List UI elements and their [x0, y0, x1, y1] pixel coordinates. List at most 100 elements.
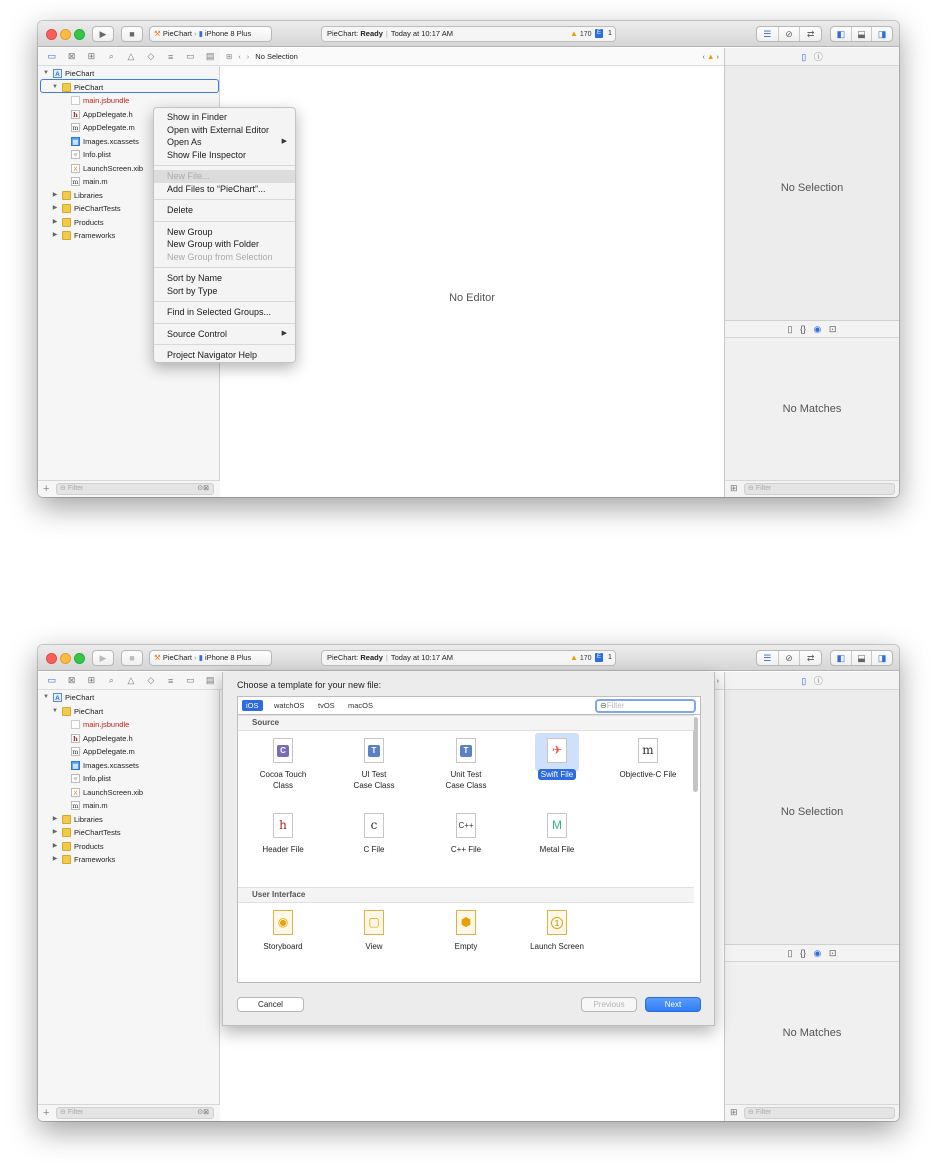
platform-tab[interactable]: macOS	[344, 700, 377, 711]
template-item[interactable]: T Unit Test Case Class	[424, 738, 508, 791]
close-window-button[interactable]	[46, 29, 57, 40]
file-template-icon[interactable]: ▯	[788, 324, 793, 334]
disclosure-closed-icon[interactable]: ▶	[51, 216, 59, 230]
report-icon[interactable]: ▤	[200, 675, 220, 686]
warning-icon[interactable]: △	[121, 51, 141, 62]
navigator-filter-input[interactable]: ⊖ Filter ⊙⊠	[56, 483, 214, 495]
menu-item[interactable]: Open with External Editor	[154, 124, 295, 137]
standard-editor-icon[interactable]: ☰	[757, 27, 779, 41]
run-button[interactable]: ▶	[92, 26, 114, 42]
template-item[interactable]: ⬢ Empty	[424, 910, 508, 952]
code-snippet-icon[interactable]: {}	[800, 948, 806, 958]
error-badge[interactable]: E	[595, 29, 604, 38]
grid-view-icon[interactable]: ⊞	[730, 483, 738, 494]
assistant-editor-icon[interactable]: ⊘	[779, 651, 801, 665]
forward-icon[interactable]: ›	[247, 52, 250, 61]
menu-item[interactable]: Delete	[154, 204, 295, 217]
symbol-icon[interactable]: ⊞	[82, 51, 102, 62]
tree-row[interactable]: m AppDelegate.m	[38, 745, 219, 759]
disclosure-closed-icon[interactable]: ▶	[51, 840, 59, 854]
file-inspector-icon[interactable]: ▯	[801, 676, 806, 686]
object-library-icon[interactable]: ◉	[814, 324, 822, 334]
stop-button[interactable]: ■	[121, 26, 143, 42]
disclosure-open-icon[interactable]: ▼	[42, 691, 50, 705]
folder-icon[interactable]: ▭	[42, 675, 62, 686]
navigator-filter-input[interactable]: ⊖ Filter ⊙⊠	[56, 1107, 214, 1119]
library-filter-input[interactable]: ⊖ Filter	[744, 483, 895, 495]
cancel-button[interactable]: Cancel	[237, 997, 304, 1012]
file-inspector-icon[interactable]: ▯	[801, 52, 806, 62]
tree-row[interactable]: ▶ Products	[38, 840, 219, 854]
debug-area-toggle-icon[interactable]: ⬓	[852, 27, 873, 41]
next-button[interactable]: Next	[645, 997, 701, 1012]
source-control-icon[interactable]: ⊠	[62, 675, 82, 686]
template-item[interactable]: h Header File	[241, 813, 325, 855]
tree-row[interactable]: m main.m	[38, 799, 219, 813]
menu-item[interactable]: Add Files to “PieChart”...	[154, 183, 295, 196]
zoom-window-button[interactable]	[74, 29, 85, 40]
inspector-toggle-icon[interactable]: ◨	[872, 651, 892, 665]
version-editor-icon[interactable]: ⇄	[800, 651, 821, 665]
menu-item[interactable]: New File...	[154, 170, 295, 183]
disclosure-closed-icon[interactable]: ▶	[51, 853, 59, 867]
inspector-toggle-icon[interactable]: ◨	[872, 27, 892, 41]
menu-item[interactable]: Find in Selected Groups...	[154, 306, 295, 319]
tree-row[interactable]: ▼ PieChart	[38, 705, 219, 719]
breakpoint-icon[interactable]: ▭	[180, 51, 200, 62]
template-item[interactable]: ◉ Storyboard	[241, 910, 325, 952]
folder-icon[interactable]: ▭	[42, 51, 62, 62]
scheme-selector[interactable]: ⚒ PieChart › ▮ iPhone 8 Plus	[149, 650, 272, 666]
disclosure-closed-icon[interactable]: ▶	[51, 813, 59, 827]
tree-row[interactable]: h AppDelegate.h	[38, 732, 219, 746]
menu-item[interactable]: New Group with Folder	[154, 238, 295, 251]
close-window-button[interactable]	[46, 653, 57, 664]
menu-item[interactable]: Sort by Type	[154, 285, 295, 298]
disclosure-closed-icon[interactable]: ▶	[51, 229, 59, 243]
template-item[interactable]: c C File	[332, 813, 416, 855]
test-icon[interactable]: ◇	[141, 51, 161, 62]
menu-item[interactable]: Project Navigator Help	[154, 349, 295, 362]
quick-help-icon[interactable]: ⓘ	[814, 676, 823, 686]
debug-icon[interactable]: ≡	[161, 52, 181, 62]
find-icon[interactable]: ⌕	[101, 51, 121, 62]
tree-row[interactable]: ≡ Info.plist	[38, 772, 219, 786]
navigator-toggle-icon[interactable]: ◧	[831, 651, 852, 665]
disclosure-closed-icon[interactable]: ▶	[51, 189, 59, 203]
template-filter-input[interactable]: ⊖Filter	[595, 699, 696, 713]
media-library-icon[interactable]: ⊡	[829, 948, 837, 958]
object-library-icon[interactable]: ◉	[814, 948, 822, 958]
tree-row[interactable]: ▦ Images.xcassets	[38, 759, 219, 773]
test-icon[interactable]: ◇	[141, 675, 161, 686]
tree-row[interactable]: ▶ Libraries	[38, 813, 219, 827]
menu-item[interactable]: Show in Finder	[154, 111, 295, 124]
menu-item[interactable]: Source Control ▶	[154, 328, 295, 341]
standard-editor-icon[interactable]: ☰	[757, 651, 779, 665]
minimize-window-button[interactable]	[60, 653, 71, 664]
issue-nav[interactable]: ‹ ▲ ›	[702, 48, 719, 66]
code-snippet-icon[interactable]: {}	[800, 324, 806, 334]
recent-filter-icon[interactable]: ⊙⊠	[197, 484, 209, 494]
previous-button[interactable]: Previous	[581, 997, 637, 1012]
add-icon[interactable]: +	[43, 1107, 49, 1119]
debug-icon[interactable]: ≡	[161, 676, 181, 686]
assistant-editor-icon[interactable]: ⊘	[779, 27, 801, 41]
scheme-selector[interactable]: ⚒ PieChart › ▮ iPhone 8 Plus	[149, 26, 272, 42]
tree-row[interactable]: main.jsbundle	[38, 94, 219, 108]
file-template-icon[interactable]: ▯	[788, 948, 793, 958]
debug-area-toggle-icon[interactable]: ⬓	[852, 651, 873, 665]
error-badge[interactable]: E	[595, 653, 604, 662]
platform-tab[interactable]: tvOS	[314, 700, 339, 711]
back-icon[interactable]: ‹	[238, 52, 241, 61]
tree-row[interactable]: ▼ A PieChart	[38, 691, 219, 705]
grid-view-icon[interactable]: ⊞	[730, 1107, 738, 1118]
tree-row[interactable]: ▶ PieChartTests	[38, 826, 219, 840]
template-item[interactable]: ✈ Swift File	[515, 738, 599, 780]
run-button[interactable]: ▶	[92, 650, 114, 666]
media-library-icon[interactable]: ⊡	[829, 324, 837, 334]
template-item[interactable]: 1 Launch Screen	[515, 910, 599, 952]
template-item[interactable]: C++ C++ File	[424, 813, 508, 855]
disclosure-open-icon[interactable]: ▼	[51, 705, 59, 719]
platform-tab[interactable]: watchOS	[270, 700, 308, 711]
template-item[interactable]: C Cocoa Touch Class	[241, 738, 325, 791]
menu-item[interactable]: Open As ▶	[154, 136, 295, 149]
